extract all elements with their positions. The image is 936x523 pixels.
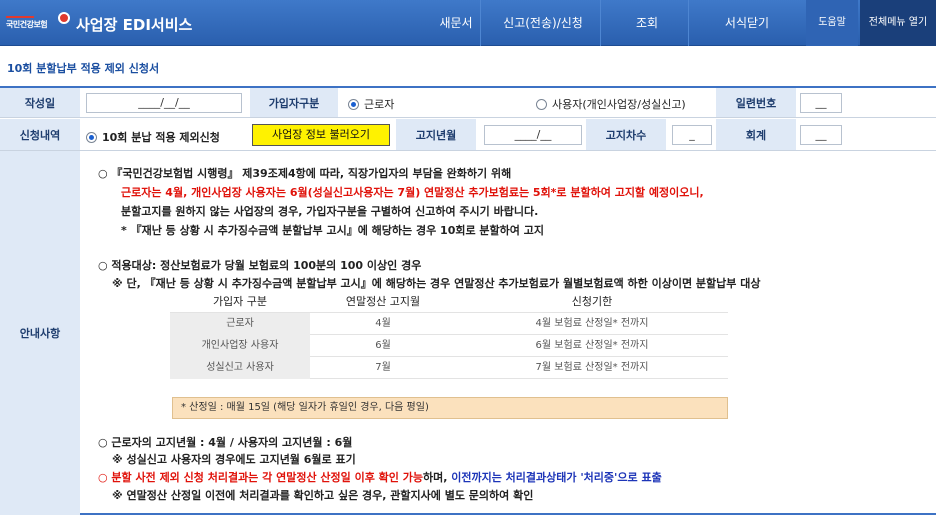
radio-checked-icon (86, 131, 97, 143)
write-date-input[interactable]: ____/__/__ (86, 93, 242, 113)
total-label: 회계 (716, 119, 796, 150)
guide-paragraph-1-line-2: 근로자는 4월, 개인사업장 사용자는 6월(성실신고사용자는 7월) 연말정산… (121, 186, 704, 199)
radio-checked-icon (348, 98, 359, 110)
guide-paragraph-1-line-1: ○ 『국민건강보험법 시행령』 제39조제4항에 따라, 직장가입자의 부담을 … (98, 167, 512, 180)
notice-month-input[interactable]: ____/__ (484, 125, 582, 145)
guide-paragraph-3-line-2: ※ 성실신고 사용자의 경우에도 고지년월 6월로 표기 (112, 453, 356, 466)
table-header-row: 가입자 구분 연말정산 고지월 신청기한 (170, 291, 728, 313)
table-header: 연말정산 고지월 (345, 295, 421, 308)
radio-exclude-request-label: 10회 분납 적용 제외신청 (102, 131, 220, 144)
guide-paragraph-4-blue: 이전까지는 처리결과상태가 '처리중'으로 표출 (451, 471, 662, 484)
table-cell: 성실신고 사용자 (170, 357, 310, 379)
help-button[interactable]: 도움말 (806, 0, 858, 46)
radio-employer[interactable]: 사용자(개인사업장/성실신고) (536, 96, 686, 112)
nav-divider (688, 0, 689, 46)
guide-paragraph-2-line-1: ○ 적용대상: 정산보험료가 당월 보험료의 100분의 100 이상인 경우 (98, 259, 422, 272)
table-cell: 6월 보험료 산정일* 전까지 (535, 340, 649, 351)
subscriber-type-label: 가입자구분 (250, 88, 338, 117)
guide-paragraph-5: ※ 연말정산 산정일 이전에 처리결과를 확인하고 싶은 경우, 관할지사에 별… (112, 489, 534, 502)
table-header: 가입자 구분 (212, 295, 268, 308)
total-input[interactable]: __ (800, 125, 842, 145)
table-cell: 7월 보험료 산정일* 전까지 (535, 362, 649, 373)
nav-close-form[interactable]: 서식닫기 (690, 0, 804, 46)
nav-inquiry[interactable]: 조회 (602, 0, 692, 46)
table-row: 성실신고 사용자 7월 7월 보험료 산정일* 전까지 (170, 357, 728, 379)
table-cell: 4월 보험료 산정일* 전까지 (535, 318, 649, 329)
form-row-request: 신청내역 10회 분납 적용 제외신청 사업장 정보 불러오기 고지년월 ___… (0, 119, 936, 151)
guide-paragraph-4-red: ○ 분할 사전 제외 신청 처리결과는 각 연말정산 산정일 이후 확인 가능 (98, 471, 423, 484)
nhis-logo: 국민건강보험 (6, 12, 72, 34)
logo-mark-icon (58, 12, 70, 24)
top-navigation-bar: 국민건강보험 사업장 EDI서비스 새문서 신고(전송)/신청 조회 서식닫기 … (0, 0, 936, 46)
notice-seq-input[interactable]: _ (672, 125, 712, 145)
guide-paragraph-4: ○ 분할 사전 제외 신청 처리결과는 각 연말정산 산정일 이후 확인 가능하… (98, 469, 662, 485)
guide-paragraph-3-line-1: ○ 근로자의 고지년월 : 4월 / 사용자의 고지년월 : 6월 (98, 436, 353, 449)
table-cell: 근로자 (170, 313, 310, 335)
table-cell: 7월 (375, 362, 391, 373)
logo-text: 국민건강보험 (6, 20, 48, 29)
write-date-label: 작성일 (0, 88, 80, 117)
table-row: 개인사업장 사용자 6월 6월 보험료 산정일* 전까지 (170, 335, 728, 357)
serial-number-input[interactable]: __ (800, 93, 842, 113)
guide-paragraph-4-mid: 하며, (422, 471, 452, 484)
app-title: 사업장 EDI서비스 (76, 16, 193, 34)
page-title: 10회 분할납부 적용 제외 신청서 (7, 62, 160, 75)
radio-employer-label: 사용자(개인사업장/성실신고) (552, 98, 686, 111)
load-workplace-info-button[interactable]: 사업장 정보 불러오기 (252, 124, 390, 146)
serial-number-label: 일련번호 (716, 88, 796, 117)
request-label: 신청내역 (0, 119, 80, 150)
form-row-basic: 작성일 ____/__/__ 가입자구분 근로자 사용자(개인사업장/성실신고)… (0, 88, 936, 118)
table-header: 신청기한 (571, 295, 613, 308)
radio-unchecked-icon (536, 98, 547, 110)
notice-seq-label: 고지차수 (586, 119, 666, 150)
nav-report-submit[interactable]: 신고(전송)/신청 (482, 0, 604, 46)
calculation-date-note: * 산정일 : 매월 15일 (해당 일자가 휴일인 경우, 다음 평일) (172, 397, 728, 419)
radio-worker-label: 근로자 (364, 98, 395, 111)
radio-worker[interactable]: 근로자 (348, 96, 394, 112)
guide-paragraph-1-line-3: 분할고지를 원하지 않는 사업장의 경우, 가입자구분을 구별하여 신고하여 주… (121, 205, 539, 218)
guide-paragraph-1-line-4: * 『재난 등 상황 시 추가징수금액 분할납부 고시』에 해당하는 경우 10… (121, 224, 544, 237)
guide-paragraph-2-line-2: ※ 단, 『재난 등 상황 시 추가징수금액 분할납부 고시』에 해당하는 경우… (112, 277, 761, 290)
table-cell: 4월 (375, 318, 391, 329)
guide-label: 안내사항 (0, 151, 80, 515)
table-row: 근로자 4월 4월 보험료 산정일* 전까지 (170, 313, 728, 335)
guide-section: 안내사항 ○ 『국민건강보험법 시행령』 제39조제4항에 따라, 직장가입자의… (0, 151, 936, 515)
notice-month-label: 고지년월 (396, 119, 476, 150)
all-menu-button[interactable]: 전체메뉴 열기 (860, 0, 936, 46)
table-cell: 개인사업장 사용자 (170, 335, 310, 357)
table-cell: 6월 (375, 340, 391, 351)
radio-exclude-request[interactable]: 10회 분납 적용 제외신청 (86, 129, 220, 145)
nav-divider (600, 0, 601, 46)
nav-divider (480, 0, 481, 46)
